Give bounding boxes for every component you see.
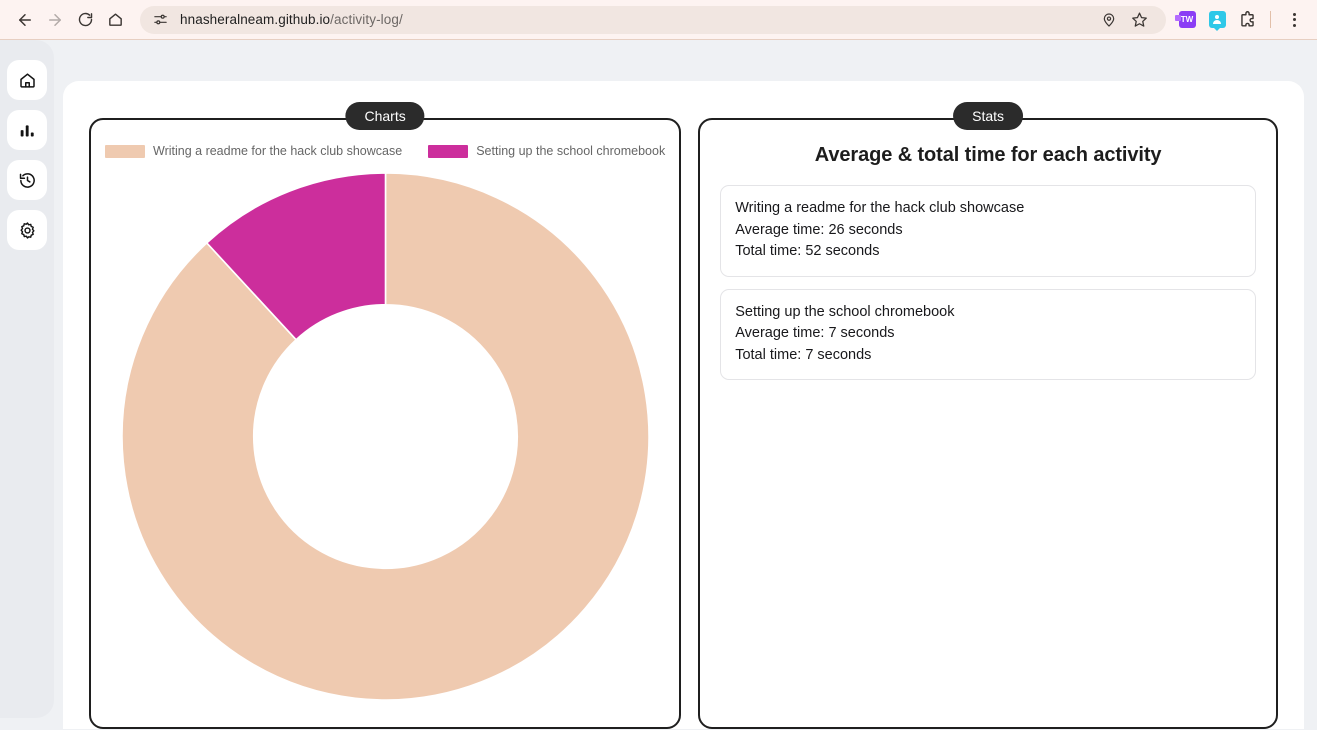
person-badge-icon xyxy=(1208,11,1226,31)
legend-swatch-peach xyxy=(105,144,145,158)
back-arrow-icon xyxy=(19,13,31,26)
bar-chart-icon xyxy=(20,124,34,136)
stat-total-time: Total time: 7 seconds xyxy=(735,346,872,363)
url-host: hnasheralneam.github.io xyxy=(180,12,331,27)
sidebar-item-charts[interactable] xyxy=(7,110,47,150)
stats-card: Stats Average & total time for each acti… xyxy=(698,102,1278,729)
forward-button[interactable] xyxy=(40,5,70,35)
stat-average-time: Average time: 7 seconds xyxy=(735,325,895,341)
location-pin-button[interactable] xyxy=(1094,5,1124,35)
charts-card-badge: Charts xyxy=(345,102,425,130)
sidebar-item-settings[interactable] xyxy=(7,210,47,250)
location-pin-icon xyxy=(1103,12,1115,27)
site-settings-icon[interactable] xyxy=(152,12,168,28)
donut-chart[interactable] xyxy=(121,173,649,700)
stats-container: Average & total time for each activity W… xyxy=(700,120,1276,727)
home-icon xyxy=(19,72,35,88)
extensions-button[interactable] xyxy=(1234,7,1260,33)
main-content-panel: Charts Writing a readme for the hack clu… xyxy=(63,81,1304,729)
extensions-puzzle-icon xyxy=(1240,11,1254,27)
legend-label: Setting up the school chromebook xyxy=(476,144,666,158)
donut-chart-svg xyxy=(121,173,649,700)
extension-tailwind-button[interactable]: TW xyxy=(1174,7,1200,33)
donut-hole xyxy=(253,305,517,568)
gear-icon xyxy=(19,221,35,239)
stat-total-time: Total time: 52 seconds xyxy=(735,243,880,259)
legend-item[interactable]: Setting up the school chromebook xyxy=(428,144,665,158)
chrome-menu-button[interactable] xyxy=(1281,7,1307,33)
extension-profile-button[interactable] xyxy=(1204,7,1230,33)
sidebar-item-home[interactable] xyxy=(7,60,47,100)
page-body: Charts Writing a readme for the hack clu… xyxy=(0,40,1317,730)
url-text: hnasheralneam.github.io/activity-log/ xyxy=(180,12,403,27)
chart-legend: Writing a readme for the hack club showc… xyxy=(105,142,665,160)
extension-tray: TW xyxy=(1174,7,1307,33)
charts-card: Charts Writing a readme for the hack clu… xyxy=(89,102,682,729)
forward-arrow-icon xyxy=(49,13,61,26)
cards-row: Charts Writing a readme for the hack clu… xyxy=(63,81,1304,729)
address-bar[interactable]: hnasheralneam.github.io/activity-log/ xyxy=(140,5,1166,35)
tailwind-badge: TW xyxy=(1174,11,1196,28)
legend-swatch-pink xyxy=(428,144,469,158)
stat-average-time: Average time: 26 seconds xyxy=(735,221,903,238)
star-icon xyxy=(1131,12,1147,27)
browser-toolbar: hnasheralneam.github.io/activity-log/ TW xyxy=(0,0,1317,40)
legend-item[interactable]: Writing a readme for the hack club showc… xyxy=(105,144,402,158)
reload-icon xyxy=(78,12,92,27)
stat-item[interactable]: Setting up the school chromebook Average… xyxy=(720,288,1256,380)
home-button[interactable] xyxy=(100,5,130,35)
home-icon xyxy=(108,13,122,26)
chart-container: Writing a readme for the hack club showc… xyxy=(91,120,679,727)
app-sidebar xyxy=(0,40,54,718)
back-button[interactable] xyxy=(10,5,40,35)
stats-card-badge: Stats xyxy=(953,102,1024,130)
url-path: /activity-log/ xyxy=(330,12,403,27)
legend-label: Writing a readme for the hack club showc… xyxy=(153,144,403,158)
history-clock-icon xyxy=(19,172,35,188)
stat-activity-name: Setting up the school chromebook xyxy=(735,303,955,320)
stat-activity-name: Writing a readme for the hack club showc… xyxy=(735,200,1025,216)
sidebar-item-history[interactable] xyxy=(7,160,47,200)
toolbar-divider xyxy=(1270,11,1271,28)
stat-item[interactable]: Writing a readme for the hack club showc… xyxy=(720,185,1256,277)
reload-button[interactable] xyxy=(70,5,100,35)
bookmark-button[interactable] xyxy=(1124,5,1154,35)
stats-title: Average & total time for each activity xyxy=(814,144,1162,166)
